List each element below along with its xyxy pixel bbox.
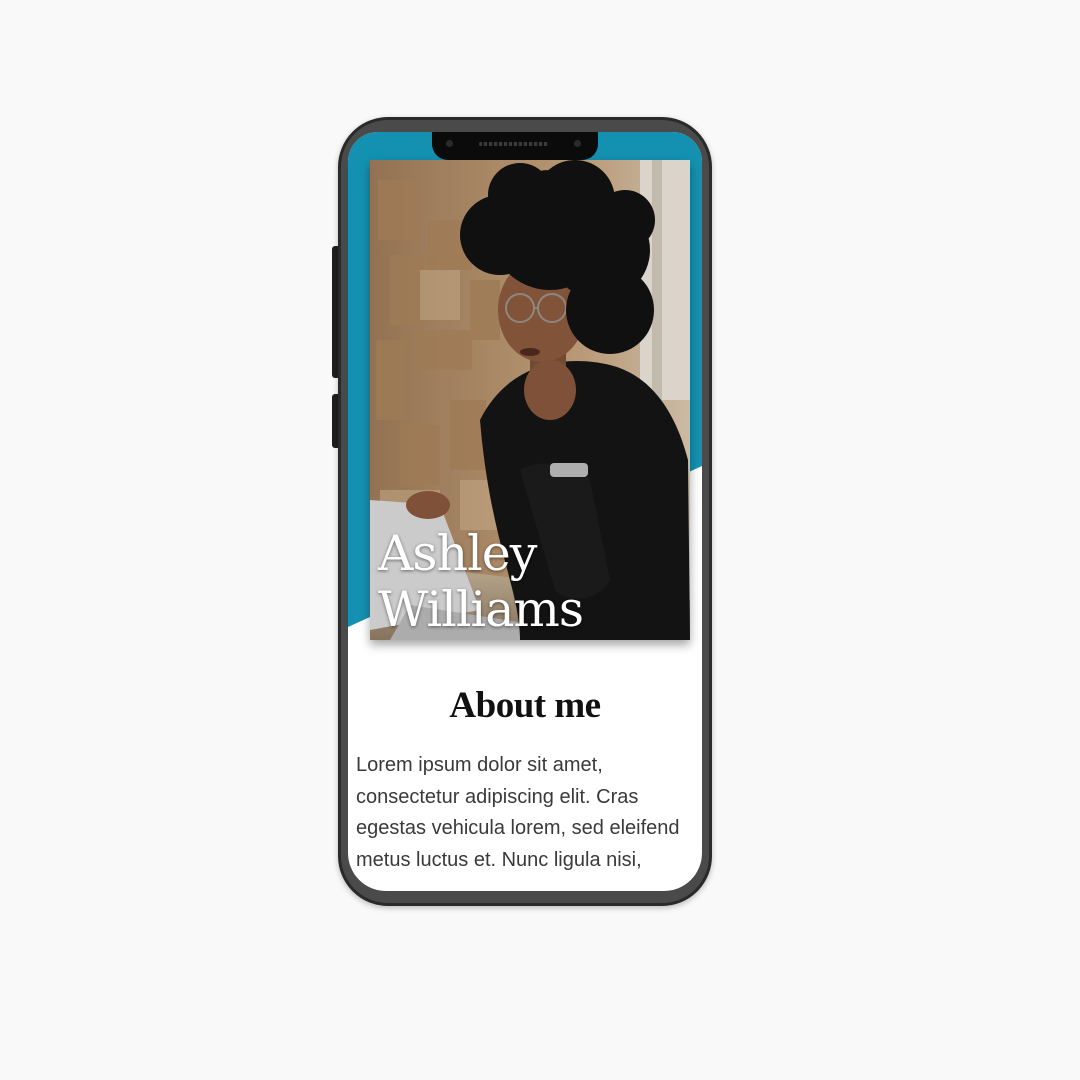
about-heading: About me bbox=[449, 685, 601, 726]
last-name: Williams bbox=[378, 581, 584, 638]
about-text: Lorem ipsum dolor sit amet, consectetur … bbox=[356, 754, 680, 871]
mockup-stage: Ashley Williams About me Lorem ipsum dol… bbox=[0, 0, 1080, 1080]
phone-screen: Ashley Williams About me Lorem ipsum dol… bbox=[348, 132, 702, 891]
phone-frame: Ashley Williams About me Lorem ipsum dol… bbox=[338, 117, 712, 906]
camera-icon bbox=[446, 140, 453, 147]
speaker-grille bbox=[479, 142, 549, 146]
profile-photo: Ashley Williams bbox=[370, 160, 690, 640]
first-name: Ashley bbox=[378, 525, 537, 582]
sensor-icon bbox=[574, 140, 581, 147]
profile-name: Ashley Williams bbox=[378, 525, 584, 638]
phone-notch bbox=[432, 132, 598, 160]
